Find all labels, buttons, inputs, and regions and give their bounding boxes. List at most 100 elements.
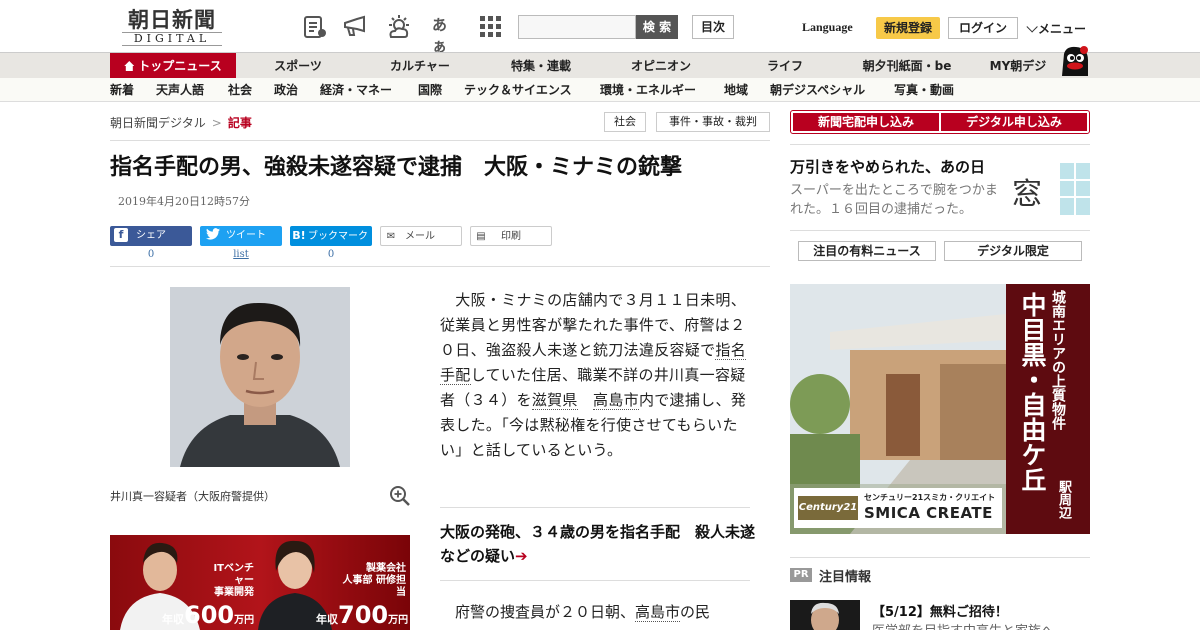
- zoom-in-icon[interactable]: [389, 485, 411, 507]
- menu-label: メニュー: [1038, 22, 1087, 36]
- facebook-share-label: シェア: [136, 230, 166, 241]
- ad-copy: 城南エリアの上質物件 中目黒・自由ケ丘 駅周辺: [1016, 290, 1086, 528]
- divider: [110, 140, 770, 141]
- nav-opinion[interactable]: オピニオン: [618, 53, 704, 79]
- twitter-bird-icon: [206, 228, 220, 240]
- newspaper-icon[interactable]: [302, 14, 328, 40]
- register-button[interactable]: 新規登録: [876, 17, 940, 39]
- ad-copy-subtitle: 城南エリアの上質物件: [1050, 290, 1066, 430]
- divider: [110, 266, 770, 267]
- subnav-tenseijingo[interactable]: 天声人語: [156, 78, 204, 102]
- body-text-segment: の民: [680, 603, 711, 621]
- nav-features[interactable]: 特集・連載: [498, 53, 584, 79]
- ad-person1-salary-unit: 万円: [234, 615, 255, 626]
- twitter-share-button[interactable]: ツイート: [200, 226, 282, 246]
- search-input[interactable]: [518, 15, 636, 39]
- tab-digital-only[interactable]: デジタル限定: [944, 241, 1082, 261]
- body-text-segment: 大阪・ミナミの店舗内で３月１１日未明、従業員と男性客が撃たれた事件で、府警は２０…: [440, 291, 747, 359]
- logo-jp: 朝日新聞: [128, 7, 216, 32]
- twitter-list-link[interactable]: list: [200, 249, 282, 260]
- job-ad-banner[interactable]: ITベンチャー 事業開発 年収600万円 製薬会社 人事部 研修担当 年収700…: [110, 535, 410, 630]
- subscribe-digital-button[interactable]: デジタル申し込み: [941, 113, 1087, 131]
- subnav-economy[interactable]: 経済・マネー: [320, 78, 392, 102]
- hatena-bookmark-count: 0: [327, 249, 335, 260]
- logo-en: DIGITAL: [122, 32, 222, 46]
- subnav-environment[interactable]: 環境・エネルギー: [600, 78, 696, 102]
- keyword-link-takashima-2[interactable]: 高島市: [635, 603, 681, 622]
- subnav-politics[interactable]: 政治: [274, 78, 298, 102]
- subnav-tech-science[interactable]: テック＆サイエンス: [464, 78, 572, 102]
- pr-section-title: 注目情報: [819, 570, 872, 585]
- hatena-icon: B!: [292, 229, 306, 242]
- subnav-photo-video[interactable]: 写真・動画: [894, 78, 954, 102]
- home-icon: [124, 61, 135, 71]
- suspect-photo[interactable]: [170, 287, 350, 467]
- menu-button[interactable]: メニュー: [1026, 20, 1086, 37]
- tag-society[interactable]: 社会: [604, 112, 646, 132]
- related-article-title: 大阪の発砲、３４歳の男を指名手配 殺人未遂などの疑い: [440, 523, 756, 565]
- nav-life[interactable]: ライフ: [750, 53, 820, 79]
- megaphone-icon[interactable]: [342, 14, 368, 40]
- subscribe-paper-button[interactable]: 新聞宅配申し込み: [793, 113, 939, 131]
- pr-item-text: 医学部を目指す中高生と家族へ: [872, 620, 1054, 630]
- subscribe-box: 新聞宅配申し込み デジタル申し込み: [790, 110, 1090, 134]
- tab-paid-news[interactable]: 注目の有料ニュース: [798, 241, 936, 261]
- site-logo[interactable]: 朝日新聞 DIGITAL: [116, 8, 228, 46]
- mail-share-button[interactable]: ✉ メール: [380, 226, 462, 246]
- related-article-link[interactable]: 大阪の発砲、３４歳の男を指名手配 殺人未遂などの疑い➔: [440, 520, 760, 568]
- ad-person1-salary-prefix: 年収: [162, 613, 184, 626]
- century21-logo: Century21: [798, 496, 858, 520]
- print-button[interactable]: ▤ 印刷: [470, 226, 552, 246]
- window-column-summary: スーパーを出たところで腕をつかまれた。１６回目の逮捕だった。: [790, 183, 998, 217]
- breadcrumb-home[interactable]: 朝日新聞デジタル: [110, 116, 206, 130]
- nav-my-asadigi[interactable]: MY朝デジ: [982, 53, 1054, 79]
- window-column-title[interactable]: 万引きをやめられた、あの日: [790, 156, 985, 177]
- ad-person2-salary-value: 700: [338, 601, 389, 629]
- breadcrumb: 朝日新聞デジタル > 記事: [110, 114, 252, 131]
- nav-top-news-label: トップニュース: [138, 59, 222, 73]
- pr-thumbnail[interactable]: [790, 600, 860, 630]
- divider: [790, 144, 1090, 145]
- weather-icon[interactable]: [386, 14, 412, 40]
- subnav-region[interactable]: 地域: [724, 78, 748, 102]
- article-date: 2019年4月20日12時57分: [118, 195, 250, 208]
- subnav-new[interactable]: 新着: [110, 78, 134, 102]
- grid-icon[interactable]: [478, 14, 504, 40]
- facebook-share-button[interactable]: f シェア: [110, 226, 192, 246]
- breadcrumb-current: 記事: [227, 116, 252, 130]
- search-button[interactable]: 検 索: [636, 15, 678, 39]
- ad-person2-salary: 年収700万円: [316, 601, 408, 629]
- language-link[interactable]: Language: [802, 20, 853, 35]
- ad-copy-small: 駅周辺: [1056, 480, 1071, 519]
- suspect-photo-image: [170, 287, 350, 467]
- nav-sports[interactable]: スポーツ: [256, 53, 340, 79]
- font-size-icon[interactable]: あぁ: [432, 14, 458, 55]
- mail-share-label: メール: [405, 231, 435, 242]
- keyword-link-takashima[interactable]: 高島市: [593, 391, 639, 410]
- divider: [440, 580, 750, 581]
- body-text-segment: 府警の捜査員が２０日朝、: [440, 603, 636, 621]
- tag-incidents[interactable]: 事件・事故・裁判: [656, 112, 770, 132]
- sub-nav: 新着 天声人語 社会 政治 経済・マネー 国際 テック＆サイエンス 環境・エネル…: [0, 78, 1200, 102]
- divider: [790, 557, 1090, 558]
- ad-person2-salary-unit: 万円: [388, 615, 409, 626]
- nav-paper[interactable]: 朝夕刊紙面・be: [854, 53, 960, 79]
- window-pane-icon: [1060, 163, 1090, 215]
- toc-button[interactable]: 目次: [692, 15, 734, 39]
- nav-top-news[interactable]: トップニュース: [110, 53, 236, 79]
- hatena-bookmark-button[interactable]: B! ブックマーク: [290, 226, 372, 246]
- window-column-logo[interactable]: 窓: [1012, 163, 1090, 215]
- pr-item-title[interactable]: 【5/12】無料ご招待！: [872, 601, 1008, 620]
- divider: [440, 507, 750, 508]
- subnav-society[interactable]: 社会: [228, 78, 252, 102]
- nav-culture[interactable]: カルチャー: [374, 53, 466, 79]
- main-nav: トップニュース スポーツ カルチャー 特集・連載 オピニオン ライフ 朝夕刊紙面…: [0, 52, 1200, 79]
- real-estate-ad[interactable]: Century21 センチュリー21スミカ・クリエイト SMICA CREATE…: [790, 284, 1090, 534]
- subnav-international[interactable]: 国際: [418, 78, 442, 102]
- article-body: 大阪・ミナミの店舗内で３月１１日未明、従業員と男性客が撃たれた事件で、府警は２０…: [440, 288, 748, 463]
- breadcrumb-separator: >: [211, 116, 222, 130]
- login-button[interactable]: ログイン: [948, 17, 1018, 39]
- keyword-link-shiga[interactable]: 滋賀県: [531, 391, 578, 410]
- article-body-continued: 府警の捜査員が２０日朝、高島市の民: [440, 600, 748, 625]
- subnav-special[interactable]: 朝デジスペシャル: [770, 78, 865, 102]
